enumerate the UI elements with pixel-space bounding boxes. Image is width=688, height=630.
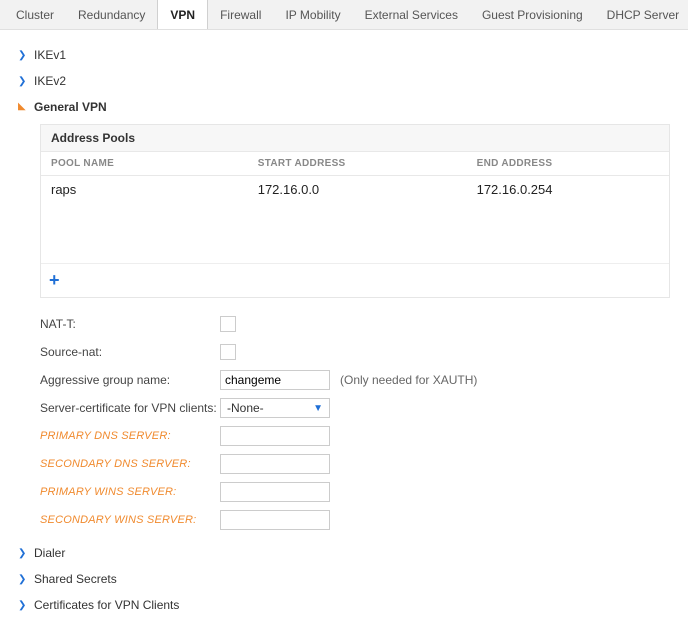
input-secondary-dns[interactable]: [220, 454, 330, 474]
chevron-down-icon: ▼: [313, 403, 323, 414]
label-primary-wins: PRIMARY WINS SERVER:: [40, 486, 220, 498]
section-general-vpn-label: General VPN: [34, 100, 107, 114]
chevron-right-icon: ❯: [18, 50, 28, 61]
add-pool-row: +: [41, 263, 669, 297]
label-source-nat: Source-nat:: [40, 345, 220, 359]
input-primary-dns[interactable]: [220, 426, 330, 446]
label-nat-t: NAT-T:: [40, 317, 220, 331]
cell-pool-name: raps: [51, 182, 258, 197]
chevron-right-icon: ❯: [18, 574, 28, 585]
tab-guest-provisioning[interactable]: Guest Provisioning: [470, 0, 595, 29]
col-pool-name: POOL NAME: [51, 158, 258, 169]
input-secondary-wins[interactable]: [220, 510, 330, 530]
row-server-cert: Server-certificate for VPN clients: -Non…: [40, 396, 670, 420]
row-secondary-wins: SECONDARY WINS SERVER:: [40, 508, 670, 532]
chevron-right-icon: ❯: [18, 76, 28, 87]
row-nat-t: NAT-T:: [40, 312, 670, 336]
table-empty-space: [41, 203, 669, 263]
label-secondary-dns: SECONDARY DNS SERVER:: [40, 458, 220, 470]
tab-ip-mobility[interactable]: IP Mobility: [273, 0, 352, 29]
caret-down-icon: ◣: [18, 101, 28, 112]
address-pools-header-row: POOL NAME START ADDRESS END ADDRESS: [41, 152, 669, 176]
chevron-right-icon: ❯: [18, 548, 28, 559]
tab-firewall[interactable]: Firewall: [208, 0, 273, 29]
row-aggressive-group: Aggressive group name: (Only needed for …: [40, 368, 670, 392]
top-tabs: Cluster Redundancy VPN Firewall IP Mobil…: [0, 0, 688, 30]
input-primary-wins[interactable]: [220, 482, 330, 502]
address-pools-title: Address Pools: [41, 125, 669, 152]
section-shared-secrets[interactable]: ❯ Shared Secrets: [18, 566, 670, 592]
checkbox-source-nat[interactable]: [220, 344, 236, 360]
hint-aggressive-group: (Only needed for XAUTH): [340, 373, 477, 387]
table-row[interactable]: raps 172.16.0.0 172.16.0.254: [41, 176, 669, 203]
section-ikev2[interactable]: ❯ IKEv2: [18, 68, 670, 94]
row-source-nat: Source-nat:: [40, 340, 670, 364]
row-primary-wins: PRIMARY WINS SERVER:: [40, 480, 670, 504]
input-aggressive-group[interactable]: [220, 370, 330, 390]
section-general-vpn[interactable]: ◣ General VPN: [18, 94, 670, 120]
section-ikev2-label: IKEv2: [34, 74, 66, 88]
section-shared-secrets-label: Shared Secrets: [34, 572, 117, 586]
checkbox-nat-t[interactable]: [220, 316, 236, 332]
general-vpn-body: Address Pools POOL NAME START ADDRESS EN…: [40, 124, 670, 532]
row-primary-dns: PRIMARY DNS SERVER:: [40, 424, 670, 448]
general-vpn-form: NAT-T: Source-nat: Aggressive group name…: [40, 312, 670, 532]
tab-vpn[interactable]: VPN: [157, 0, 208, 29]
col-end-address: END ADDRESS: [477, 158, 659, 169]
section-dialer[interactable]: ❯ Dialer: [18, 540, 670, 566]
section-certs-vpn-clients[interactable]: ❯ Certificates for VPN Clients: [18, 592, 670, 618]
tab-dhcp-server[interactable]: DHCP Server: [595, 0, 688, 29]
cell-end-address: 172.16.0.254: [477, 182, 659, 197]
tab-cluster[interactable]: Cluster: [4, 0, 66, 29]
label-secondary-wins: SECONDARY WINS SERVER:: [40, 514, 220, 526]
row-secondary-dns: SECONDARY DNS SERVER:: [40, 452, 670, 476]
tab-redundancy[interactable]: Redundancy: [66, 0, 157, 29]
chevron-right-icon: ❯: [18, 600, 28, 611]
col-start-address: START ADDRESS: [258, 158, 477, 169]
address-pools-panel: Address Pools POOL NAME START ADDRESS EN…: [40, 124, 670, 298]
label-primary-dns: PRIMARY DNS SERVER:: [40, 430, 220, 442]
section-dialer-label: Dialer: [34, 546, 65, 560]
add-pool-button[interactable]: +: [49, 270, 60, 290]
select-server-cert[interactable]: -None- ▼: [220, 398, 330, 418]
section-ikev1-label: IKEv1: [34, 48, 66, 62]
section-certs-label: Certificates for VPN Clients: [34, 598, 179, 612]
select-server-cert-value: -None-: [227, 401, 264, 415]
collapsed-sections: ❯ Dialer ❯ Shared Secrets ❯ Certificates…: [18, 540, 670, 618]
content-area: ❯ IKEv1 ❯ IKEv2 ◣ General VPN Address Po…: [0, 30, 688, 630]
section-ikev1[interactable]: ❯ IKEv1: [18, 42, 670, 68]
cell-start-address: 172.16.0.0: [258, 182, 477, 197]
tab-external-services[interactable]: External Services: [353, 0, 470, 29]
label-server-cert: Server-certificate for VPN clients:: [40, 401, 220, 415]
label-aggressive-group: Aggressive group name:: [40, 373, 220, 387]
